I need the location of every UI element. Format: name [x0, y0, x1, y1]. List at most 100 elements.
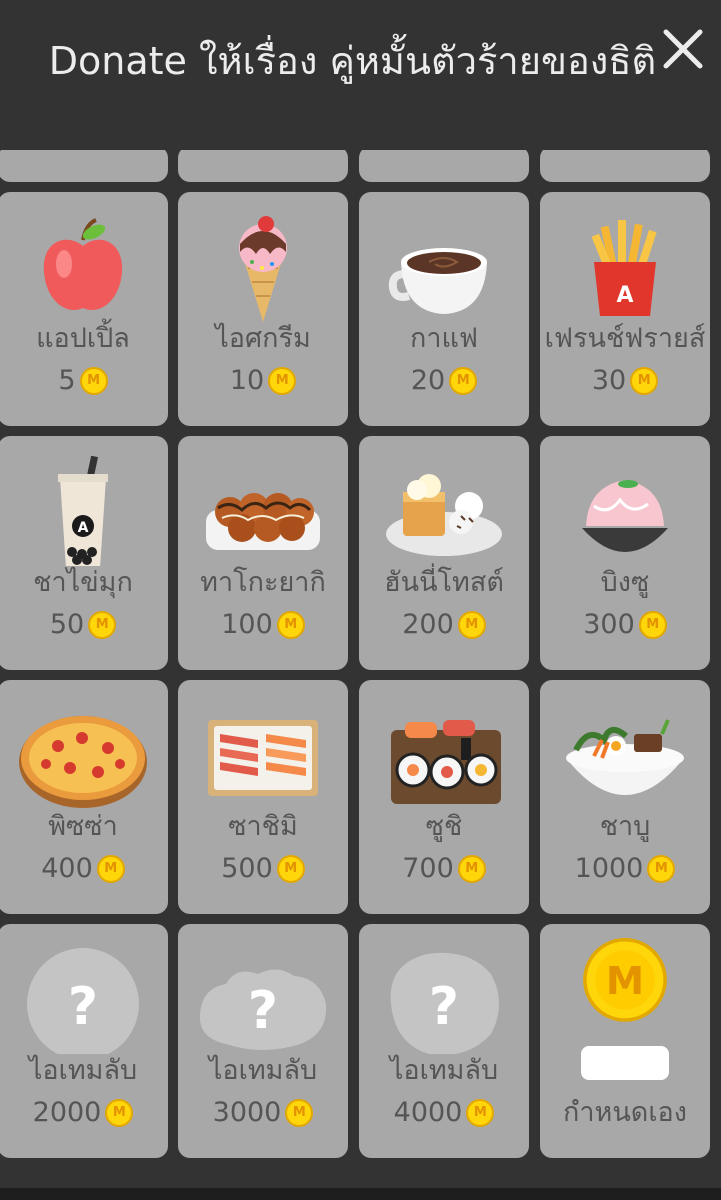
- donation-card-custom-amount[interactable]: M กำหนดเอง: [540, 924, 710, 1158]
- item-price: 3000 M: [178, 1096, 348, 1130]
- item-name: ไอเทมลับ: [28, 1055, 138, 1086]
- item-name: พิซซ่า: [48, 811, 118, 842]
- coin-icon: M: [647, 855, 676, 883]
- coin-icon: M: [457, 855, 486, 883]
- donation-card-partial[interactable]: [359, 146, 529, 182]
- coin-icon: M: [79, 367, 108, 395]
- bottom-edge: [0, 1188, 721, 1200]
- item-name: ทาโกะยากิ: [200, 567, 326, 598]
- item-price: 300 M: [540, 608, 710, 642]
- honey-toast-icon: [386, 474, 502, 556]
- secret-item-icon: ?: [390, 952, 499, 1054]
- donation-card-secret-item[interactable]: ? ไอเทมลับ 3000 M: [178, 924, 348, 1158]
- custom-amount-label: กำหนดเอง: [563, 1097, 687, 1128]
- price-value: 4000: [393, 1097, 463, 1128]
- item-name: ไอเทมลับ: [208, 1055, 318, 1086]
- custom-amount-input[interactable]: [581, 1046, 669, 1080]
- coin-icon: M: [276, 855, 305, 883]
- price-value: 400: [41, 853, 93, 884]
- ice-cream-icon: [239, 216, 287, 322]
- item-price: 500 M: [178, 852, 348, 886]
- coin-icon: M: [276, 611, 305, 639]
- item-price: 4000 M: [359, 1096, 529, 1130]
- fries-icon: A: [591, 220, 657, 316]
- dialog-header: Donate ให้เรื่อง คู่หมั้นตัวร้ายของธิติ: [0, 0, 721, 150]
- item-name: ฮันนี่โทสต์: [384, 567, 504, 598]
- coin-icon: M: [268, 367, 297, 395]
- item-name: เฟรนช์ฟรายส์: [544, 323, 706, 354]
- donation-card-bingsu[interactable]: บิงซู 300 M: [540, 436, 710, 670]
- price-value: 1000: [574, 853, 644, 884]
- donation-card-takoyaki[interactable]: ทาโกะยากิ 100 M: [178, 436, 348, 670]
- donation-card-partial[interactable]: [0, 146, 168, 182]
- item-name: ไอศกรีม: [215, 323, 311, 354]
- donation-card-secret-item[interactable]: ? ไอเทมลับ 2000 M: [0, 924, 168, 1158]
- coin-icon: M: [638, 611, 667, 639]
- price-value: 300: [583, 609, 635, 640]
- item-price: 20 M: [359, 364, 529, 398]
- item-name: แอปเปิ้ล: [36, 323, 130, 354]
- svg-text:?: ?: [68, 977, 98, 1037]
- price-value: 50: [49, 609, 85, 640]
- coin-icon: M: [449, 367, 478, 395]
- donation-card-apple[interactable]: แอปเปิ้ล 5 M: [0, 192, 168, 426]
- shabu-icon: [566, 719, 684, 795]
- bingsu-icon: [582, 480, 668, 552]
- donation-card-honey-toast[interactable]: ฮันนี่โทสต์ 200 M: [359, 436, 529, 670]
- donation-card-sushi[interactable]: ซูชิ 700 M: [359, 680, 529, 914]
- donation-card-pizza[interactable]: พิซซ่า 400 M: [0, 680, 168, 914]
- donation-card-ice-cream[interactable]: ไอศกรีม 10 M: [178, 192, 348, 426]
- price-value: 20: [410, 365, 446, 396]
- price-value: 5: [58, 365, 76, 396]
- donation-card-partial[interactable]: [540, 146, 710, 182]
- bubble-tea-icon: A: [58, 456, 108, 566]
- item-name: ซูชิ: [425, 811, 463, 842]
- svg-text:A: A: [616, 283, 633, 308]
- svg-text:?: ?: [248, 981, 278, 1041]
- item-name: ไอเทมลับ: [389, 1055, 499, 1086]
- secret-item-icon: ?: [27, 948, 139, 1054]
- donation-card-fries[interactable]: A เฟรนช์ฟรายส์ 30 M: [540, 192, 710, 426]
- donation-card-partial[interactable]: [178, 146, 348, 182]
- coin-icon: M: [285, 1099, 314, 1127]
- donation-card-secret-item[interactable]: ? ไอเทมลับ 4000 M: [359, 924, 529, 1158]
- item-price: 100 M: [178, 608, 348, 642]
- item-price: 5 M: [0, 364, 168, 398]
- donation-card-shabu[interactable]: ชาบู 1000 M: [540, 680, 710, 914]
- apple-icon: [43, 218, 123, 311]
- close-icon[interactable]: [658, 24, 708, 74]
- price-value: 500: [221, 853, 273, 884]
- coin-icon: M: [457, 611, 486, 639]
- coffee-icon: [388, 248, 487, 314]
- page-title: Donate ให้เรื่อง คู่หมั้นตัวร้ายของธิติ: [48, 39, 657, 83]
- pizza-icon: [19, 716, 147, 808]
- item-price: 50 M: [0, 608, 168, 642]
- coin-icon: M: [96, 855, 125, 883]
- coin-icon: M: [583, 938, 667, 1022]
- price-value: 700: [402, 853, 454, 884]
- coin-icon: M: [630, 367, 659, 395]
- item-price: 1000 M: [540, 852, 710, 886]
- price-value: 200: [402, 609, 454, 640]
- sushi-icon: [391, 720, 501, 804]
- takoyaki-icon: [206, 493, 320, 550]
- price-value: 10: [229, 365, 265, 396]
- price-value: 3000: [212, 1097, 282, 1128]
- coin-icon: M: [88, 611, 117, 639]
- donation-card-coffee[interactable]: กาแฟ 20 M: [359, 192, 529, 426]
- item-price: 400 M: [0, 852, 168, 886]
- item-name: บิงซู: [600, 567, 650, 598]
- donation-item-grid: แอปเปิ้ล 5 M ไอศกรีม 10 M กาแฟ 20 M A เฟ…: [0, 0, 721, 1200]
- donation-card-bubble-tea[interactable]: A ชาไข่มุก 50 M: [0, 436, 168, 670]
- coin-icon: M: [466, 1099, 495, 1127]
- price-value: 100: [221, 609, 273, 640]
- item-name: ซาชิมิ: [228, 811, 298, 842]
- sashimi-icon: [208, 720, 318, 796]
- item-price: 700 M: [359, 852, 529, 886]
- item-price: 10 M: [178, 364, 348, 398]
- item-name: ชาบู: [599, 811, 651, 842]
- price-value: 30: [591, 365, 627, 396]
- donation-card-sashimi[interactable]: ซาชิมิ 500 M: [178, 680, 348, 914]
- svg-text:M: M: [606, 959, 644, 1004]
- item-name: ชาไข่มุก: [33, 567, 133, 598]
